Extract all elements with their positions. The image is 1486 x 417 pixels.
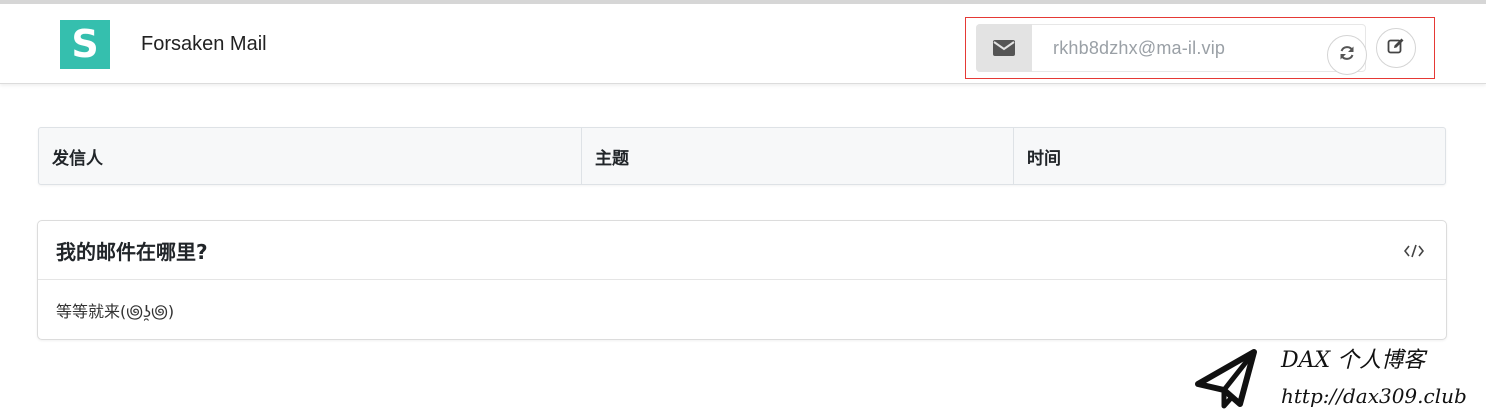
card-title: 我的邮件在哪里? bbox=[56, 240, 208, 264]
edit-icon bbox=[1387, 37, 1405, 60]
mail-address-value[interactable]: rkhb8dzhx@ma-il.vip bbox=[1053, 38, 1225, 59]
mail-address-field[interactable]: rkhb8dzhx@ma-il.vip bbox=[976, 24, 1367, 75]
card-body-text: 等等就来(಄ʖ̯಄) bbox=[56, 302, 175, 321]
column-subject: 主题 bbox=[582, 128, 1014, 184]
watermark-title: DAX 个人博客 bbox=[1281, 348, 1426, 373]
brand-name[interactable]: Forsaken Mail bbox=[141, 33, 267, 56]
paper-plane-icon bbox=[1194, 346, 1260, 412]
mail-table-header: 发信人 主题 时间 bbox=[38, 127, 1446, 185]
refresh-icon bbox=[1338, 44, 1356, 67]
card-header: 我的邮件在哪里? bbox=[38, 221, 1446, 280]
column-time: 时间 bbox=[1027, 148, 1061, 169]
refresh-button[interactable] bbox=[1327, 35, 1367, 75]
watermark-url: http://dax309.club bbox=[1281, 384, 1467, 408]
navbar: S Forsaken Mail rkhb8dzhx@ma-il.vip bbox=[0, 4, 1486, 84]
info-card: 我的邮件在哪里? 等等就来(಄ʖ̯಄) bbox=[37, 220, 1447, 340]
logo[interactable]: S bbox=[60, 20, 110, 69]
code-icon[interactable] bbox=[1402, 240, 1426, 262]
edit-button[interactable] bbox=[1376, 28, 1416, 68]
mail-address-highlight: rkhb8dzhx@ma-il.vip bbox=[965, 17, 1435, 79]
envelope-icon bbox=[976, 24, 1032, 72]
column-sender: 发信人 bbox=[39, 128, 582, 184]
